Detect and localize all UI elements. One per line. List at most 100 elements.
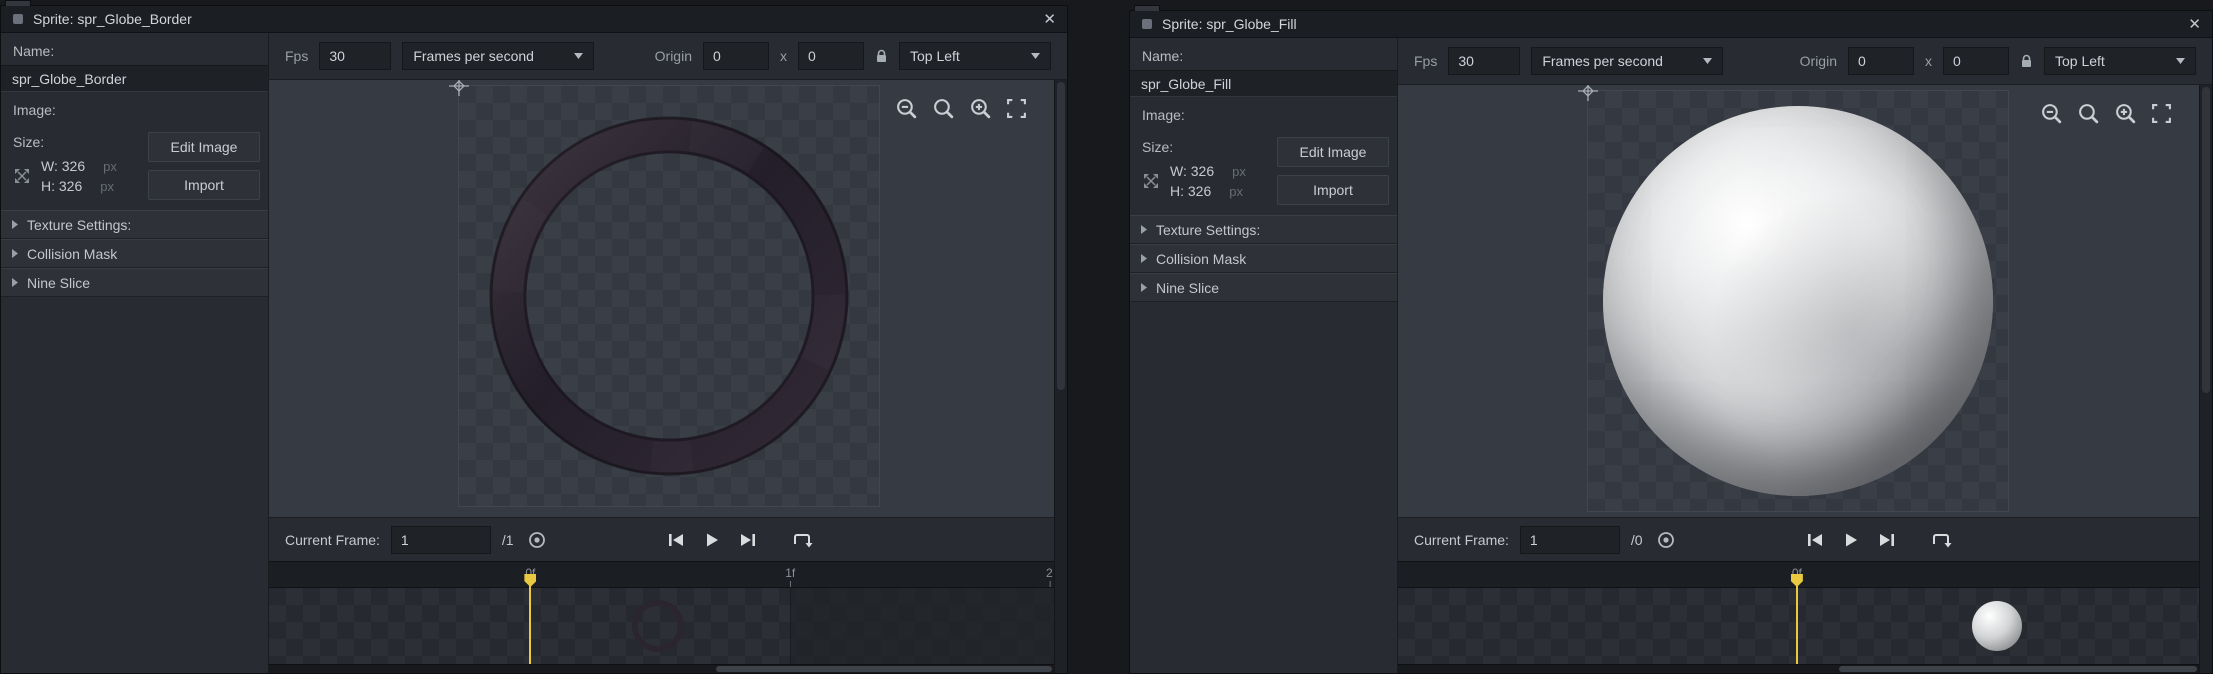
frame-thumbnail-sphere[interactable]: [1972, 601, 2023, 651]
import-button[interactable]: Import: [1277, 175, 1389, 205]
timeline-playhead[interactable]: [1795, 575, 1798, 664]
skip-to-end-button[interactable]: [1875, 529, 1899, 551]
sprite-canvas: [269, 80, 1054, 517]
skip-to-start-button[interactable]: [664, 529, 688, 551]
play-icon: [1845, 533, 1857, 546]
vertical-scrollbar-thumb[interactable]: [1057, 82, 1065, 391]
origin-crosshair-icon[interactable]: [1578, 85, 1598, 101]
section-collision-mask[interactable]: Collision Mask: [1130, 244, 1397, 273]
frame-thumbnail-ring[interactable]: [629, 597, 687, 655]
transparency-checker: [1578, 85, 2009, 512]
sprite-name-input[interactable]: [1130, 70, 1397, 97]
vertical-scrollbar[interactable]: [1054, 80, 1067, 673]
sprite-properties-panel: Name: Image: Size: W: 326 px H: 326 px: [1, 33, 269, 673]
width-value: W: 326: [1170, 163, 1215, 179]
titlebar[interactable]: Sprite: spr_Globe_Fill ✕: [1130, 11, 2212, 38]
edit-image-button[interactable]: Edit Image: [148, 132, 260, 162]
sprite-properties-panel: Name: Image: Size: W: 326 px H: 326 px: [1130, 38, 1398, 673]
fps-mode-dropdown[interactable]: Frames per second: [402, 42, 595, 70]
close-button[interactable]: ✕: [1043, 12, 1056, 27]
fps-mode-dropdown[interactable]: Frames per second: [1531, 47, 1724, 75]
section-nine-slice[interactable]: Nine Slice: [1130, 273, 1397, 302]
sprite-icon: [1142, 19, 1152, 29]
origin-label: Origin: [654, 48, 692, 64]
frame-strip[interactable]: [269, 588, 1054, 664]
zoom-out-button[interactable]: [2037, 99, 2066, 128]
window-dock-tab[interactable]: [5, 0, 31, 6]
window-dock-tab[interactable]: [1134, 5, 1160, 11]
origin-preset-dropdown[interactable]: Top Left: [899, 42, 1051, 70]
section-texture-settings[interactable]: Texture Settings:: [1130, 215, 1397, 244]
titlebar[interactable]: Sprite: spr_Globe_Border ✕: [1, 6, 1067, 33]
close-button[interactable]: ✕: [2188, 17, 2201, 32]
timeline-ruler[interactable]: 0f 1f 2: [269, 561, 1054, 588]
zoom-reset-button[interactable]: [929, 94, 958, 123]
zoom-in-button[interactable]: [966, 94, 995, 123]
origin-x-separator: x: [780, 48, 787, 64]
zoom-reset-icon: [2079, 104, 2099, 124]
section-label: Texture Settings:: [1156, 221, 1261, 238]
fit-canvas-icon: [1007, 99, 1026, 118]
import-button[interactable]: Import: [148, 170, 260, 200]
zoom-in-button[interactable]: [2111, 99, 2140, 128]
loop-button[interactable]: [788, 528, 816, 551]
record-button[interactable]: [525, 528, 549, 552]
px-unit: px: [1232, 164, 1246, 179]
chevron-right-icon: [1141, 225, 1147, 234]
zoom-out-icon: [2042, 104, 2062, 124]
vertical-scrollbar-thumb[interactable]: [2202, 87, 2210, 393]
skip-to-end-button[interactable]: [736, 529, 760, 551]
timeline-tick: 2: [1045, 566, 1053, 587]
frame-strip[interactable]: [1398, 588, 2199, 664]
horizontal-scrollbar-thumb[interactable]: [1838, 666, 2197, 672]
fit-canvas-button[interactable]: [1003, 95, 1030, 122]
section-nine-slice[interactable]: Nine Slice: [1, 268, 268, 297]
section-texture-settings[interactable]: Texture Settings:: [1, 210, 268, 239]
record-icon: [528, 531, 545, 548]
loop-button[interactable]: [1927, 528, 1955, 551]
origin-y-input[interactable]: [1943, 47, 2009, 75]
chevron-right-icon: [1141, 254, 1147, 263]
current-frame-label: Current Frame:: [285, 531, 380, 548]
size-block: Size: W: 326 px H: 326 px Edit Image Imp…: [1, 124, 268, 210]
origin-preset-dropdown[interactable]: Top Left: [2044, 47, 2196, 75]
fps-label: Fps: [285, 48, 309, 64]
section-label: Nine Slice: [1156, 279, 1220, 296]
origin-x-input[interactable]: [703, 42, 769, 70]
zoom-out-button[interactable]: [892, 94, 921, 123]
vertical-scrollbar[interactable]: [2199, 85, 2212, 673]
lock-icon[interactable]: [2020, 54, 2033, 69]
px-unit: px: [103, 159, 117, 174]
chevron-right-icon: [12, 220, 18, 229]
record-button[interactable]: [1654, 528, 1678, 552]
width-value: W: 326: [41, 158, 86, 174]
current-frame-input[interactable]: [390, 525, 491, 554]
horizontal-scrollbar-thumb[interactable]: [716, 666, 1052, 672]
horizontal-scrollbar[interactable]: [269, 664, 1054, 673]
fps-input[interactable]: [319, 42, 392, 70]
skip-to-start-icon: [669, 533, 683, 546]
window-title: Sprite: spr_Globe_Fill: [1162, 16, 1297, 32]
horizontal-scrollbar[interactable]: [1398, 664, 2199, 673]
lock-icon[interactable]: [875, 49, 888, 64]
zoom-controls: [2037, 99, 2175, 128]
fit-canvas-button[interactable]: [2148, 100, 2175, 127]
skip-to-start-button[interactable]: [1803, 529, 1827, 551]
px-unit: px: [100, 179, 114, 194]
play-button[interactable]: [1841, 529, 1861, 551]
zoom-in-icon: [971, 99, 991, 119]
edit-image-button[interactable]: Edit Image: [1277, 137, 1389, 167]
play-button[interactable]: [702, 529, 722, 551]
section-collision-mask[interactable]: Collision Mask: [1, 239, 268, 268]
origin-x-input[interactable]: [1848, 47, 1914, 75]
fps-input[interactable]: [1448, 47, 1521, 75]
origin-y-input[interactable]: [798, 42, 864, 70]
sprite-name-input[interactable]: [1, 65, 268, 92]
animation-timeline: 0f 1f 2: [269, 561, 1054, 664]
transport-controls: [1803, 528, 1955, 551]
timeline-playhead[interactable]: [529, 575, 532, 664]
fit-canvas-icon: [2152, 104, 2171, 123]
current-frame-input[interactable]: [1519, 525, 1620, 554]
zoom-reset-button[interactable]: [2074, 99, 2103, 128]
chevron-down-icon: [574, 53, 584, 59]
